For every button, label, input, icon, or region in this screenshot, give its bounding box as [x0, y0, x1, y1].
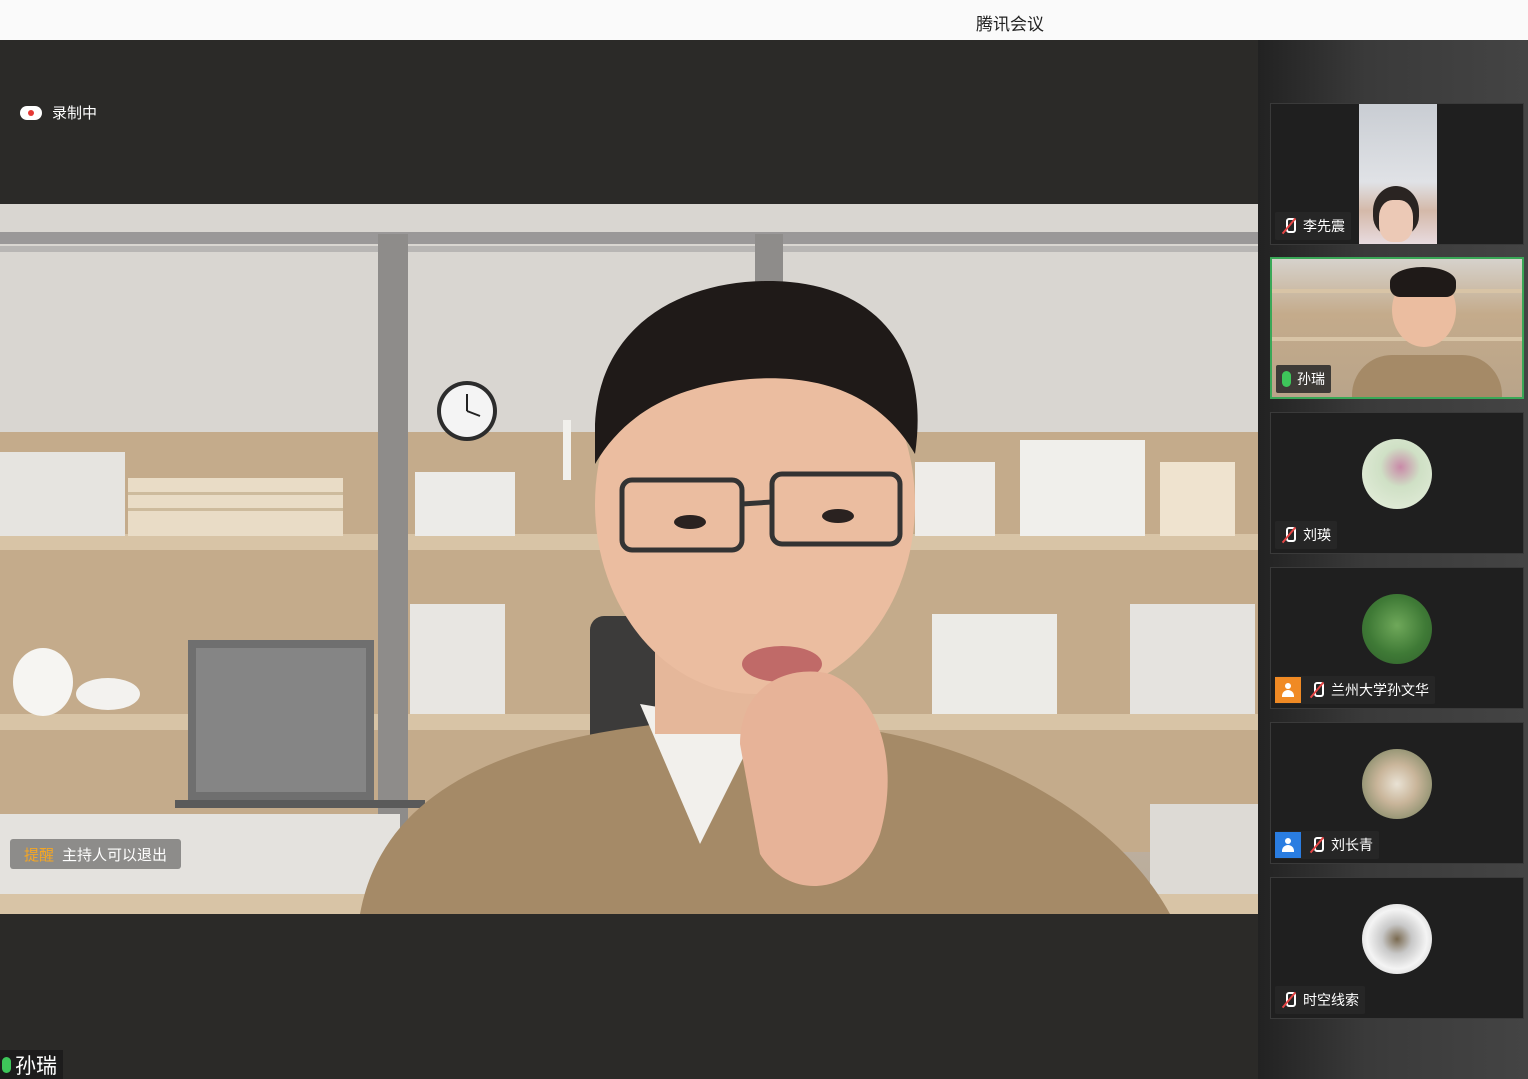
mic-muted-icon: [1281, 991, 1297, 1009]
toast-tag: 提醒: [24, 845, 55, 864]
notification-toast: 提醒 主持人可以退出: [10, 839, 182, 869]
app-title: 腾讯会议: [976, 15, 1044, 35]
participant-name-tag: 兰州大学孙文华: [1275, 676, 1435, 704]
recording-indicator[interactable]: 录制中: [20, 102, 97, 123]
participant-name: 兰州大学孙文华: [1331, 683, 1429, 699]
participant-name-tag: 孙瑞: [1276, 365, 1331, 393]
participant-tile[interactable]: 李先震: [1270, 103, 1524, 245]
participant-tile-active[interactable]: 孙瑞: [1270, 257, 1524, 399]
participant-name-tag: 刘长青: [1275, 831, 1379, 859]
participant-name: 刘长青: [1331, 838, 1373, 854]
toast-text: 主持人可以退出: [62, 845, 168, 864]
speaker-name-label: 孙瑞: [0, 1050, 63, 1079]
participant-name-tag: 李先震: [1275, 212, 1351, 240]
participant-name: 刘瑛: [1303, 528, 1331, 544]
participant-tile[interactable]: 刘瑛: [1270, 412, 1524, 554]
mic-on-icon: [1282, 371, 1291, 387]
participant-face: [1379, 200, 1413, 242]
mic-muted-icon: [1281, 217, 1297, 235]
participant-video: [1359, 104, 1437, 244]
cloud-record-icon: [20, 105, 42, 120]
virtual-background-illustration: [0, 204, 1258, 914]
mic-on-icon: [2, 1057, 11, 1073]
participant-name-tag: 刘瑛: [1275, 521, 1337, 549]
main-video-area[interactable]: 录制中 提醒 主持人可以退出 孙瑞: [0, 40, 1258, 1079]
mic-muted-icon: [1309, 836, 1325, 854]
mic-muted-icon: [1281, 526, 1297, 544]
speaker-video: [0, 204, 1258, 914]
participant-avatar: [1362, 439, 1432, 509]
participant-tile[interactable]: 兰州大学孙文华: [1270, 567, 1524, 709]
participant-name: 李先震: [1303, 219, 1345, 235]
participant-name-tag: 时空线索: [1275, 986, 1365, 1014]
participant-tile[interactable]: 时空线索: [1270, 877, 1524, 1019]
user-badge-icon: [1275, 677, 1301, 703]
mic-muted-icon: [1309, 681, 1325, 699]
user-badge-icon: [1275, 832, 1301, 858]
speaker-name: 孙瑞: [15, 1054, 57, 1078]
title-bar: 腾讯会议: [0, 0, 1528, 40]
participant-name: 孙瑞: [1297, 372, 1325, 388]
participant-avatar: [1362, 594, 1432, 664]
participant-sidebar[interactable]: 李先震 孙瑞 刘瑛 兰州大学孙文华 刘长青 时空线索: [1258, 40, 1528, 1079]
participant-tile[interactable]: 刘长青: [1270, 722, 1524, 864]
participant-avatar: [1362, 749, 1432, 819]
participant-avatar: [1362, 904, 1432, 974]
participant-name: 时空线索: [1303, 993, 1359, 1009]
recording-label: 录制中: [52, 104, 98, 122]
